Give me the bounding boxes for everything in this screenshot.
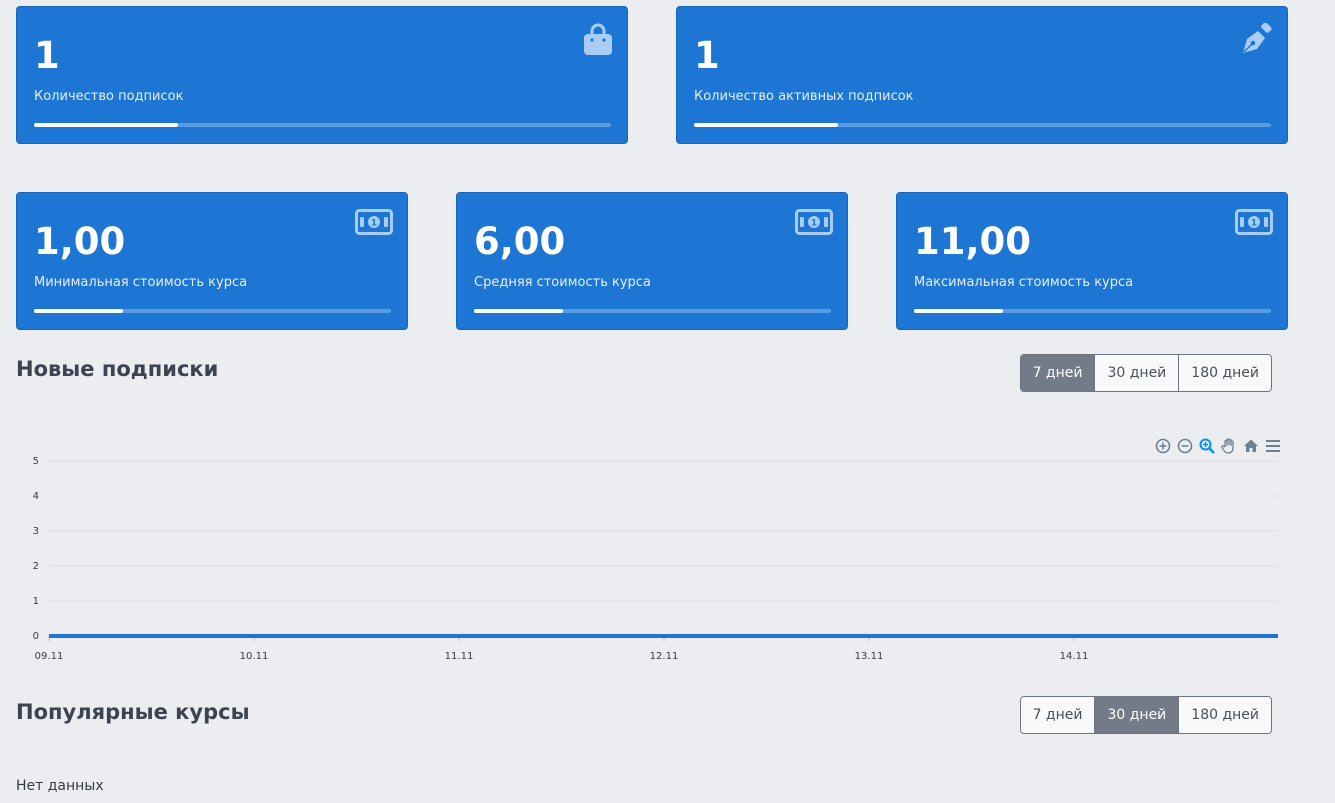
stat-card-active-subscriptions: 1 Количество активных подписок (676, 6, 1288, 144)
money-bill-icon: 1 (795, 209, 833, 239)
y-tick-label: 1 (33, 596, 39, 607)
y-tick-label: 5 (33, 456, 39, 467)
progress-bar (34, 309, 391, 313)
stat-value: 1 (34, 34, 60, 77)
x-tick-label: 14.11 (1060, 651, 1089, 662)
stat-card-max-price: 11,00 Максимальная стоимость курса 1 (896, 192, 1288, 330)
y-tick-label: 3 (33, 526, 39, 537)
stat-card-min-price: 1,00 Минимальная стоимость курса 1 (16, 192, 408, 330)
y-tick-label: 2 (33, 561, 39, 572)
x-tick-label: 09.11 (35, 651, 64, 662)
progress-bar (694, 123, 1271, 127)
period-180-days-button[interactable]: 180 дней (1178, 697, 1271, 733)
x-tick-label: 10.11 (240, 651, 269, 662)
stat-label: Минимальная стоимость курса (34, 275, 248, 290)
period-7-days-button[interactable]: 7 дней (1020, 355, 1095, 391)
period-7-days-button[interactable]: 7 дней (1020, 697, 1095, 733)
svg-text:1: 1 (1251, 219, 1257, 229)
x-tick-label: 12.11 (650, 651, 679, 662)
svg-text:1: 1 (371, 219, 377, 229)
stat-value: 6,00 (474, 220, 566, 263)
pen-nib-icon (1239, 22, 1273, 61)
popular-courses-title: Популярные курсы (16, 700, 250, 724)
y-tick-label: 4 (33, 491, 39, 502)
stat-card-avg-price: 6,00 Средняя стоимость курса 1 (456, 192, 848, 330)
stat-value: 1,00 (34, 220, 126, 263)
stat-card-subscriptions: 1 Количество подписок (16, 6, 628, 144)
svg-text:1: 1 (811, 219, 817, 229)
progress-bar (474, 309, 831, 313)
new-subscriptions-period-group: 7 дней 30 дней 180 дней (1019, 354, 1272, 392)
stat-value: 11,00 (914, 220, 1032, 263)
money-bill-icon: 1 (1235, 209, 1273, 239)
stat-label: Количество подписок (34, 89, 184, 104)
period-30-days-button[interactable]: 30 дней (1094, 355, 1179, 391)
new-subscriptions-chart: 5 4 3 2 1 0 09.11 10.11 11.11 12.11 13.11 14.11 (33, 456, 1278, 662)
period-30-days-button[interactable]: 30 дней (1094, 697, 1179, 733)
x-tick-label: 13.11 (855, 651, 884, 662)
period-180-days-button[interactable]: 180 дней (1178, 355, 1271, 391)
y-tick-label: 0 (33, 631, 39, 642)
money-bill-icon: 1 (355, 209, 393, 239)
progress-bar (914, 309, 1271, 313)
stat-label: Средняя стоимость курса (474, 275, 651, 290)
x-tick-label: 11.11 (445, 651, 474, 662)
new-subscriptions-title: Новые подписки (16, 357, 219, 381)
shopping-bag-icon (583, 23, 613, 61)
stat-label: Количество активных подписок (694, 89, 914, 104)
progress-bar (34, 123, 611, 127)
stat-label: Максимальная стоимость курса (914, 275, 1134, 290)
popular-courses-period-group: 7 дней 30 дней 180 дней (1019, 696, 1272, 734)
no-data-text: Нет данных (16, 778, 104, 794)
stat-value: 1 (694, 34, 720, 77)
